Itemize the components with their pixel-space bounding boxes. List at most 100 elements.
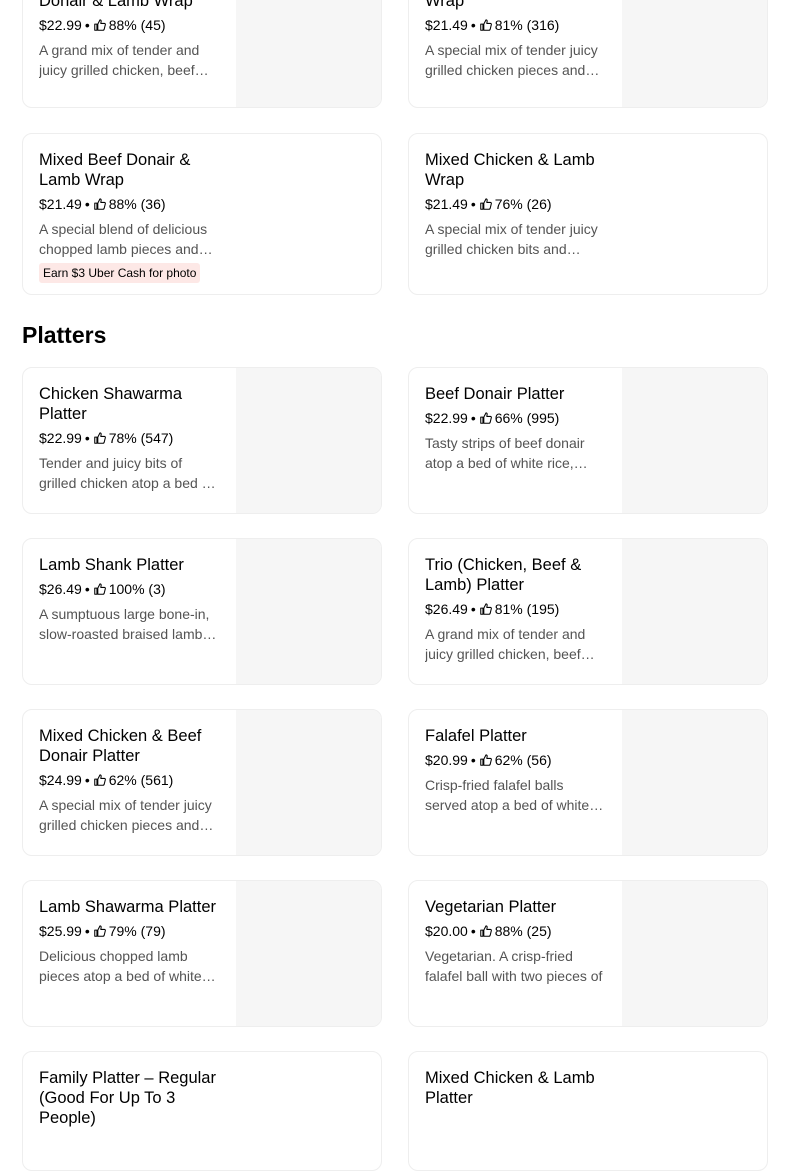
item-description: Vegetarian. A crisp-fried falafel ball w… [425,948,603,984]
menu-item-info: Mixed Chicken & Beef Donair Platter $24.… [39,726,223,835]
menu-item-card[interactable]: Lamb Shank Platter $26.49 • 100% (3) A s… [22,538,382,685]
menu-item-card[interactable]: Donair & Lamb Wrap $22.99 • 88% (45) A g… [22,0,382,108]
item-meta: $21.49 • 81% (316) [425,16,609,34]
separator-dot: • [470,410,476,426]
menu-item-card[interactable]: Vegetarian Platter $20.00 • 88% (25) Veg… [408,880,768,1027]
item-rating: 62% (56) [494,752,552,768]
item-rating: 66% (995) [494,410,560,426]
menu-item-info: Falafel Platter $20.99 • 62% (56) Crisp-… [425,726,609,815]
menu-item-info: Lamb Shank Platter $26.49 • 100% (3) A s… [39,555,223,644]
thumbs-up-icon [479,198,492,210]
item-price: $26.49 [425,601,468,617]
item-description: A special mix of tender juicy grilled ch… [425,221,598,257]
item-description: Tasty strips of beef donair atop a bed o… [425,435,585,471]
item-description: A special blend of delicious chopped lam… [39,221,208,257]
menu-item-card[interactable]: Family Platter – Regular (Good For Up To… [22,1051,382,1171]
item-description: A grand mix of tender and juicy grilled … [39,42,200,78]
item-image [622,710,767,855]
item-price: $20.99 [425,752,468,768]
item-description: A grand mix of tender and juicy grilled … [425,626,586,662]
item-rating: 81% (316) [494,17,560,33]
item-meta: $26.49 • 100% (3) [39,580,223,598]
item-image [236,710,381,855]
item-meta: $22.99 • 66% (995) [425,409,609,427]
separator-dot: • [470,752,476,768]
menu-item-info: Trio (Chicken, Beef & Lamb) Platter $26.… [425,555,609,664]
item-image [236,881,381,1026]
item-rating: 81% (195) [494,601,560,617]
item-name: Mixed Chicken & Beef Donair Platter [39,727,202,765]
item-rating: 76% (26) [494,196,552,212]
menu-item-card[interactable]: Mixed Chicken & Lamb Platter [408,1051,768,1171]
separator-dot: • [470,601,476,617]
item-price: $25.99 [39,923,82,939]
separator-dot: • [470,196,476,212]
item-name: Trio (Chicken, Beef & Lamb) Platter [425,556,582,594]
menu-item-card[interactable]: Mixed Beef Donair & Lamb Wrap $21.49 • 8… [22,133,382,295]
item-meta: $20.99 • 62% (56) [425,751,609,769]
item-image [622,539,767,684]
item-description: Delicious chopped lamb pieces atop a bed… [39,948,202,984]
menu-item-card[interactable]: Chicken Shawarma Platter $22.99 • 78% (5… [22,367,382,514]
item-rating: 62% (561) [108,772,174,788]
item-name: Beef Donair Platter [425,385,565,403]
item-image [622,881,767,1026]
thumbs-up-icon [93,198,106,210]
menu-item-card[interactable]: Falafel Platter $20.99 • 62% (56) Crisp-… [408,709,768,856]
menu-item-info: Chicken Shawarma Platter $22.99 • 78% (5… [39,384,223,493]
item-meta: $25.99 • 79% (79) [39,922,223,940]
item-name: Mixed Chicken & Lamb Platter [425,1069,595,1107]
menu-item-info: Mixed Chicken & Lamb Platter [425,1068,609,1108]
promo-badge: Earn $3 Uber Cash for photo [39,263,201,283]
menu-item-card[interactable]: Mixed Chicken & Lamb Wrap $21.49 • 76% (… [408,133,768,295]
item-name: Lamb Shank Platter [39,556,184,574]
menu-item-info: Beef Donair Platter $22.99 • 66% (995) T… [425,384,609,473]
item-meta: $24.99 • 62% (561) [39,771,223,789]
item-rating: 88% (36) [108,196,166,212]
thumbs-up-icon [93,925,106,937]
item-name: Vegetarian Platter [425,898,557,916]
item-price: $21.49 [425,17,468,33]
item-meta: $21.49 • 88% (36) [39,195,223,213]
item-price: $22.99 [425,410,468,426]
item-name: Mixed Chicken & Lamb Wrap [425,151,595,189]
thumbs-up-icon [479,603,492,615]
item-rating: 88% (25) [494,923,552,939]
item-price: $21.49 [39,196,82,212]
item-image [236,368,381,513]
item-name: Chicken Shawarma Platter [39,385,183,423]
item-image [622,0,767,107]
menu-item-info: Vegetarian Platter $20.00 • 88% (25) Veg… [425,897,609,986]
thumbs-up-icon [479,925,492,937]
separator-dot: • [84,196,90,212]
menu-item-info: Donair & Lamb Wrap $22.99 • 88% (45) A g… [39,0,223,80]
item-rating: 79% (79) [108,923,166,939]
item-name: Donair & Lamb Wrap [39,0,193,10]
item-price: $22.99 [39,430,82,446]
thumbs-up-icon [93,432,106,444]
item-name: Wrap [425,0,465,10]
menu-item-card[interactable]: Beef Donair Platter $22.99 • 66% (995) T… [408,367,768,514]
section-title-platters: Platters [22,322,107,348]
item-price: $24.99 [39,772,82,788]
menu-item-info: Wrap $21.49 • 81% (316) A special mix of… [425,0,609,80]
menu-item-card[interactable]: Mixed Chicken & Beef Donair Platter $24.… [22,709,382,856]
separator-dot: • [84,772,90,788]
item-description: A special mix of tender juicy grilled ch… [425,42,598,78]
menu-item-card[interactable]: Trio (Chicken, Beef & Lamb) Platter $26.… [408,538,768,685]
item-meta: $22.99 • 78% (547) [39,429,223,447]
item-price: $26.49 [39,581,82,597]
separator-dot: • [470,923,476,939]
menu-item-info: Mixed Beef Donair & Lamb Wrap $21.49 • 8… [39,150,223,283]
separator-dot: • [470,17,476,33]
thumbs-up-icon [479,19,492,31]
item-rating: 88% (45) [108,17,166,33]
item-meta: $26.49 • 81% (195) [425,600,609,618]
menu-item-card[interactable]: Wrap $21.49 • 81% (316) A special mix of… [408,0,768,108]
item-description: Tender and juicy bits of grilled chicken… [39,455,214,491]
menu-item-card[interactable]: Lamb Shawarma Platter $25.99 • 79% (79) … [22,880,382,1027]
item-name: Falafel Platter [425,727,527,745]
item-image [236,0,381,107]
item-meta: $21.49 • 76% (26) [425,195,609,213]
menu-item-info: Mixed Chicken & Lamb Wrap $21.49 • 76% (… [425,150,609,259]
